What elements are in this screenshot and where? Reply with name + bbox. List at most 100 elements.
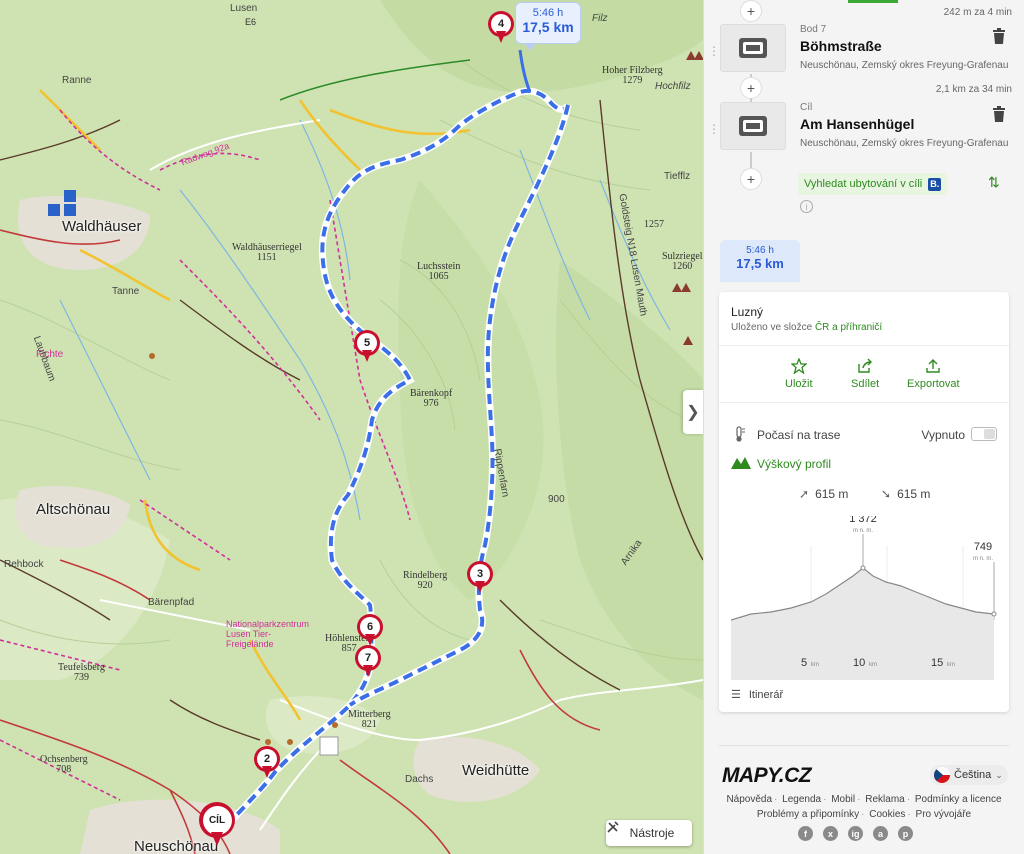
logo-text: MAPY.CZ	[722, 764, 812, 787]
add-waypoint-button[interactable]: +	[740, 168, 762, 190]
elevation-chart-svg: 1 372 m n. m. 749 m n. m. 5 km 10 km 15 …	[730, 513, 997, 680]
route-pin-6[interactable]: 6	[357, 614, 383, 646]
descent-value: ➘ 615 m	[881, 487, 931, 501]
route-pin-5[interactable]: 5	[354, 330, 380, 362]
map-label: Bärenpfad	[148, 597, 195, 608]
itinerary-label: Itinerář	[748, 689, 784, 701]
end-elev-unit: m n. m.	[973, 556, 993, 562]
legend-link[interactable]: Legenda	[782, 794, 821, 805]
descent-arrow-icon: ➘	[881, 487, 892, 501]
cookies-link[interactable]: Cookies	[869, 809, 905, 820]
map-label-town: Weidhütte	[462, 762, 530, 779]
x-icon[interactable]: x	[823, 826, 838, 841]
footer-links-row: Nápověda · Legenda · Mobil · Reklama · Podmí…	[726, 794, 1002, 805]
map-label: 900	[548, 494, 565, 505]
summary-time: 5:46 h	[746, 245, 774, 256]
divider	[719, 402, 1009, 403]
waypoint-row[interactable]: ⋮⋮ Bod 7 Böhmstraße Neuschönau, Zemský o…	[704, 24, 1024, 82]
language-label: Čeština	[954, 769, 992, 781]
divider	[719, 345, 1009, 346]
x-tick: 5	[801, 657, 807, 669]
ads-link[interactable]: Reklama	[865, 794, 904, 805]
x-unit: km	[869, 662, 877, 668]
waypoint-kind: Cíl	[800, 102, 813, 113]
instagram-icon[interactable]: ig	[848, 826, 863, 841]
map-label: Dachs	[405, 774, 434, 785]
map-canvas[interactable]: Waldhäuser Altschönau Weidhütte Neuschön…	[0, 0, 703, 854]
search-accommodation-button[interactable]: Vyhledat ubytování v cíli B.	[798, 173, 948, 195]
language-selector[interactable]: Čeština ⌄	[930, 765, 1008, 785]
map-label-peak: Sulzriegel 1260	[662, 251, 703, 272]
map-label-peak: Hoher Filzberg 1279	[602, 65, 663, 86]
elevation-label: Výškový profil	[757, 457, 832, 471]
saved-info: Uloženo ve složce ČR a příhraničí	[731, 322, 883, 333]
map-label: Tanne	[112, 286, 140, 297]
map-label-peak: Waldhäuserriegel 1151	[232, 242, 302, 263]
waypoint-row[interactable]: ⋮⋮ Cíl Am Hansenhügel Neuschönau, Zemský…	[704, 102, 1024, 160]
mapy-logo[interactable]: MAPY.CZ	[722, 764, 812, 788]
delete-icon[interactable]	[992, 28, 1008, 46]
save-button[interactable]: Uložit	[785, 358, 813, 390]
saved-folder-link[interactable]: ČR a příhraničí	[815, 322, 882, 333]
route-pin-finish[interactable]: CÍL	[199, 802, 235, 846]
social-links: f x ig a p	[798, 826, 913, 841]
ascent-arrow-icon: ➚	[799, 487, 810, 501]
map-label: Tiefflz	[664, 171, 691, 182]
export-button[interactable]: Exportovat	[907, 358, 960, 390]
add-waypoint-button[interactable]: +	[740, 0, 762, 22]
map-label-peak: 1257	[644, 219, 664, 230]
weather-toggle[interactable]	[971, 427, 997, 441]
route-pin-7[interactable]: 7	[355, 645, 381, 677]
collapse-panel-button[interactable]: ❯	[683, 390, 703, 434]
app-store-icon[interactable]: a	[873, 826, 888, 841]
road-sign-icon	[739, 38, 767, 58]
thermometer-icon	[736, 426, 745, 442]
route-pin-4[interactable]: 4	[488, 11, 514, 43]
x-tick: 15	[931, 657, 943, 669]
waypoint-connector	[750, 152, 752, 168]
feedback-link[interactable]: Problémy a připomínky	[757, 809, 859, 820]
route-summary-tab[interactable]: 5:46 h 17,5 km	[720, 240, 800, 282]
map-label-poi: Nationalparkzentrum Lusen Tier-Freigelän…	[226, 619, 310, 649]
export-label: Exportovat	[907, 378, 960, 390]
google-play-icon[interactable]: p	[898, 826, 913, 841]
facebook-icon[interactable]: f	[798, 826, 813, 841]
tools-button[interactable]: Nástroje	[606, 820, 692, 846]
itinerary-button[interactable]: ☰ Itinerář	[731, 688, 783, 701]
weather-toggle-label: Vypnuto	[921, 428, 965, 442]
map-label-town: Waldhäuser	[62, 218, 142, 235]
waypoint-name: Am Hansenhügel	[800, 116, 915, 132]
map-label-road: E6	[245, 17, 257, 27]
route-detail-card: Luzný Uloženo ve složce ČR a příhraničí …	[719, 292, 1009, 712]
help-link[interactable]: Nápověda	[726, 794, 772, 805]
info-icon[interactable]: i	[800, 200, 813, 213]
route-name: Luzný	[731, 305, 764, 319]
developers-link[interactable]: Pro vývojáře	[916, 809, 972, 820]
chevron-right-icon: ❯	[686, 404, 700, 421]
segment-info: 242 m za 4 min	[943, 7, 1012, 18]
peak-elev-label: 1 372	[849, 516, 877, 525]
terms-link[interactable]: Podmínky a licence	[915, 794, 1002, 805]
map-label-peak: Bärenkopf 976	[410, 388, 453, 409]
x-tick: 10	[853, 657, 865, 669]
map-label: Fichte	[36, 349, 64, 360]
share-button[interactable]: Sdílet	[851, 358, 879, 390]
x-unit: km	[947, 662, 955, 668]
route-summary-bubble[interactable]: 5:46 h 17,5 km	[515, 2, 581, 51]
reverse-route-icon[interactable]: ⇅	[988, 174, 1000, 191]
map-label: Lusen	[230, 3, 258, 14]
route-pin-2[interactable]: 2	[254, 746, 280, 778]
add-waypoint-button[interactable]: +	[740, 77, 762, 99]
list-icon: ☰	[731, 689, 741, 701]
route-pin-3[interactable]: 3	[467, 561, 493, 593]
delete-icon[interactable]	[992, 106, 1008, 124]
ascent-value: ➚ 615 m	[799, 487, 849, 501]
save-label: Uložit	[785, 378, 813, 390]
waypoint-address: Neuschönau, Zemský okres Freyung-Grafena…	[800, 138, 1009, 149]
chevron-down-icon: ⌄	[995, 769, 1003, 780]
elevation-profile-chart[interactable]: 1 372 m n. m. 749 m n. m. 5 km 10 km 15 …	[730, 513, 999, 680]
mobile-link[interactable]: Mobil	[831, 794, 855, 805]
x-unit: km	[811, 662, 819, 668]
map-label-peak: Teufelsberg 739	[58, 662, 105, 683]
route-distance: 17,5 km	[522, 19, 574, 35]
